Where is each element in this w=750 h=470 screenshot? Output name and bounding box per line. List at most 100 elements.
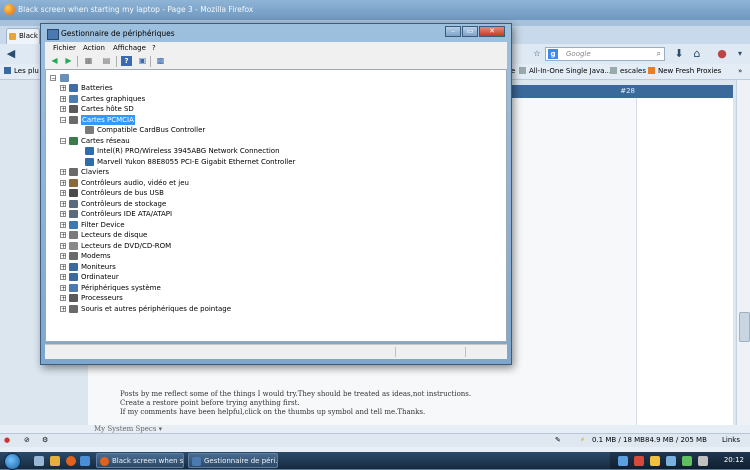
- tree-item[interactable]: + Cartes graphiques: [60, 94, 460, 104]
- collapse-icon[interactable]: −: [60, 137, 66, 144]
- menu-action[interactable]: Action: [83, 44, 105, 52]
- tree-item[interactable]: Marvell Yukon 88E8055 PCI-E Gigabit Ethe…: [76, 157, 476, 167]
- bookmark-item[interactable]: Les plu: [4, 67, 39, 75]
- menu-fichier[interactable]: Fichier: [53, 44, 76, 52]
- system-specs-link[interactable]: My System Specs ▾: [94, 425, 162, 433]
- back-arrow-icon[interactable]: ◀: [4, 47, 18, 61]
- media-icon[interactable]: [80, 456, 90, 466]
- expand-icon[interactable]: +: [60, 106, 66, 113]
- home-icon[interactable]: ⌂: [690, 47, 704, 61]
- tree-item[interactable]: + Filter Device: [60, 220, 460, 230]
- expand-icon[interactable]: +: [60, 95, 66, 102]
- maximize-button[interactable]: ▭: [462, 26, 478, 37]
- forward-arrow-icon[interactable]: ▶: [63, 56, 74, 66]
- scrollbar-thumb[interactable]: [739, 312, 750, 342]
- tree-item[interactable]: + Lecteurs de disque: [60, 230, 460, 240]
- magnifier-icon[interactable]: ⌕: [657, 49, 661, 59]
- tree-item[interactable]: − Cartes réseau: [60, 136, 460, 146]
- tree-item[interactable]: + Contrôleurs audio, vidéo et jeu: [60, 178, 460, 188]
- expand-icon[interactable]: +: [60, 253, 66, 260]
- tree-item[interactable]: + Souris et autres périphériques de point…: [60, 304, 460, 314]
- addon-icon[interactable]: ●: [715, 47, 729, 61]
- expand-icon[interactable]: +: [60, 190, 66, 197]
- expand-icon[interactable]: +: [60, 232, 66, 239]
- help-icon[interactable]: ?: [121, 56, 132, 66]
- tree-item[interactable]: + Contrôleurs IDE ATA/ATAPI: [60, 209, 460, 219]
- status-wrench-icon[interactable]: ✎: [555, 436, 561, 444]
- collapse-icon[interactable]: −: [50, 75, 56, 82]
- expand-icon[interactable]: +: [60, 211, 66, 218]
- explorer-icon[interactable]: [50, 456, 60, 466]
- tray-misc-icon[interactable]: [698, 456, 708, 466]
- addon-status-icon[interactable]: ●: [4, 436, 10, 444]
- expand-icon[interactable]: +: [60, 200, 66, 207]
- menu-help[interactable]: ?: [152, 44, 156, 52]
- tray-volume-icon[interactable]: [666, 456, 676, 466]
- tree-item[interactable]: − Cartes PCMCIA: [60, 114, 460, 125]
- tree-view-icon[interactable]: ▦: [83, 56, 94, 66]
- device-tree[interactable]: − + Batteries + Cartes graphiques + Cartes hô…: [45, 69, 507, 342]
- bookmark-item[interactable]: All-In-One Single Java...: [519, 67, 611, 75]
- device-icon: [85, 126, 94, 134]
- firefox-quicklaunch-icon[interactable]: [66, 456, 76, 466]
- tree-item[interactable]: Intel(R) PRO/Wireless 3945ABG Network Co…: [76, 146, 476, 156]
- settings-gear-icon[interactable]: ⚙: [42, 436, 48, 444]
- minimize-button[interactable]: –: [445, 26, 461, 37]
- bookmark-item[interactable]: New Fresh Proxies: [648, 67, 721, 75]
- page-scrollbar[interactable]: [736, 80, 750, 425]
- bookmark-item[interactable]: escales: [610, 67, 646, 75]
- tree-item[interactable]: + Lecteurs de DVD/CD-ROM: [60, 241, 460, 251]
- taskbar-clock[interactable]: 20:12: [724, 456, 744, 464]
- tree-item[interactable]: + Modems: [60, 251, 460, 261]
- expand-icon[interactable]: +: [60, 85, 66, 92]
- menu-icon[interactable]: ▾: [733, 47, 747, 61]
- tree-item-label: Cartes réseau: [81, 136, 130, 145]
- tree-item[interactable]: + Contrôleurs de bus USB: [60, 188, 460, 198]
- update-driver-icon[interactable]: ▩: [155, 56, 166, 66]
- expand-icon[interactable]: +: [60, 305, 66, 312]
- taskbar-firefox-button[interactable]: Black screen when s...: [96, 453, 184, 468]
- back-arrow-icon[interactable]: ◀: [49, 56, 60, 66]
- expand-icon[interactable]: +: [60, 295, 66, 302]
- tree-item[interactable]: + Contrôleurs de stockage: [60, 199, 460, 209]
- download-icon[interactable]: ⬇: [672, 47, 686, 61]
- collapse-icon[interactable]: −: [60, 116, 66, 123]
- post-number[interactable]: #28: [620, 87, 635, 95]
- block-icon[interactable]: ⊘: [24, 436, 30, 444]
- bookmarks-overflow[interactable]: »: [738, 67, 742, 75]
- tree-item[interactable]: + Périphériques système: [60, 283, 460, 293]
- expand-icon[interactable]: +: [60, 179, 66, 186]
- close-button[interactable]: ✕: [479, 26, 505, 37]
- expand-icon[interactable]: +: [60, 242, 66, 249]
- tray-wifi-icon[interactable]: [682, 456, 692, 466]
- device-manager-window[interactable]: Gestionnaire de périphériques – ▭ ✕ Fichie…: [40, 23, 512, 365]
- tree-item[interactable]: + Batteries: [60, 83, 460, 93]
- tray-antivirus-icon[interactable]: [634, 456, 644, 466]
- properties-icon[interactable]: ▤: [101, 56, 112, 66]
- expand-icon[interactable]: +: [60, 221, 66, 228]
- firefox-tab[interactable]: Black: [6, 28, 40, 44]
- tray-battery-icon[interactable]: [650, 456, 660, 466]
- expand-icon[interactable]: +: [60, 274, 66, 281]
- tree-item[interactable]: + Ordinateur: [60, 272, 460, 282]
- tree-root[interactable]: −: [50, 73, 90, 83]
- star-icon[interactable]: ☆: [530, 47, 544, 61]
- tree-item[interactable]: + Cartes hôte SD: [60, 104, 460, 114]
- links-label[interactable]: Links: [722, 436, 740, 444]
- tray-network-icon[interactable]: [618, 456, 628, 466]
- taskbar-device-manager-button[interactable]: Gestionnaire de péri...: [188, 453, 278, 468]
- toolbar-separator: [150, 56, 151, 67]
- expand-icon[interactable]: +: [60, 263, 66, 270]
- menu-affichage[interactable]: Affichage: [113, 44, 146, 52]
- expand-icon[interactable]: +: [60, 169, 66, 176]
- tree-item[interactable]: + Moniteurs: [60, 262, 460, 272]
- firefox-titlebar[interactable]: Black screen when starting my laptop - P…: [0, 0, 750, 20]
- search-input[interactable]: g Google ⌕: [545, 47, 665, 61]
- start-button[interactable]: [4, 453, 21, 470]
- tree-item[interactable]: + Processeurs: [60, 293, 460, 303]
- expand-icon[interactable]: +: [60, 284, 66, 291]
- tree-item[interactable]: + Claviers: [60, 167, 460, 177]
- show-desktop-icon[interactable]: [34, 456, 44, 466]
- tree-item[interactable]: Compatible CardBus Controller: [76, 125, 476, 135]
- scan-hardware-icon[interactable]: ▣: [137, 56, 148, 66]
